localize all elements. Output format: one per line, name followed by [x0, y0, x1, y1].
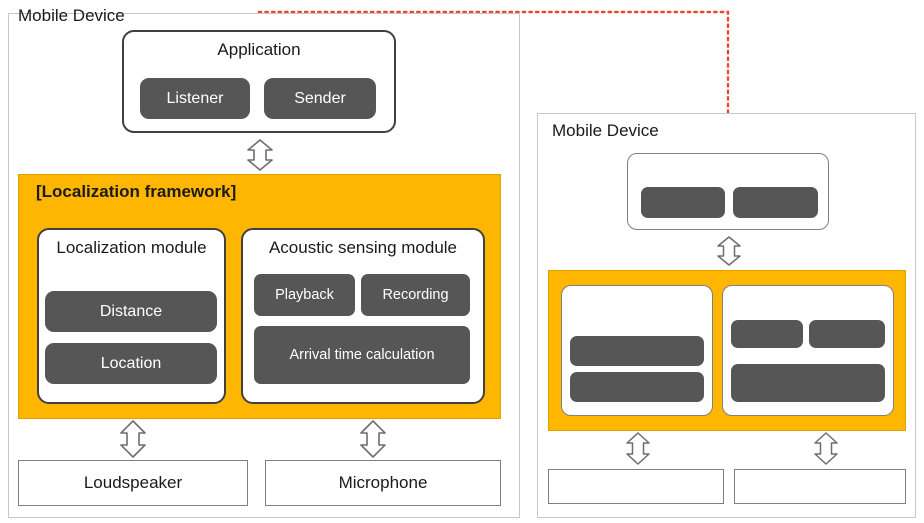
right-app-framework-arrow [710, 236, 748, 266]
left-device-title: Mobile Device [18, 6, 125, 25]
left-microphone-label: Microphone [338, 473, 428, 492]
right-device-title: Mobile Device [552, 121, 659, 140]
left-acoustic-module-title: Acoustic sensing module [268, 238, 458, 257]
left-microphone-box: Microphone [265, 460, 501, 506]
right-distance-module [570, 336, 704, 366]
right-listener-module [641, 187, 725, 218]
left-location-module: Location [45, 343, 217, 384]
left-loudspeaker-label: Loudspeaker [83, 473, 183, 492]
right-location-module [570, 372, 704, 402]
diagram-canvas: Mobile Device Application Listener Sende… [0, 0, 924, 523]
right-playback-module [731, 320, 803, 348]
right-microphone-arrow [807, 432, 845, 465]
left-loudspeaker-arrow [112, 420, 154, 458]
left-distance-module: Distance [45, 291, 217, 332]
left-loudspeaker-box: Loudspeaker [18, 460, 248, 506]
right-loudspeaker-arrow [619, 432, 657, 465]
left-arrival-time-module: Arrival time calculation [254, 326, 470, 384]
left-listener-module: Listener [140, 78, 250, 119]
right-loudspeaker-box [548, 469, 724, 504]
right-arrival-time-module [731, 364, 885, 402]
right-recording-module [809, 320, 885, 348]
left-application-title: Application [217, 40, 301, 59]
left-recording-module: Recording [361, 274, 470, 316]
left-playback-module: Playback [254, 274, 355, 316]
right-microphone-box [734, 469, 906, 504]
left-framework-label: [Localization framework] [36, 182, 237, 201]
right-sender-module [733, 187, 818, 218]
left-microphone-arrow [352, 420, 394, 458]
left-localization-module-title: Localization module [56, 238, 207, 257]
left-app-framework-arrow [239, 139, 281, 171]
left-sender-module: Sender [264, 78, 376, 119]
